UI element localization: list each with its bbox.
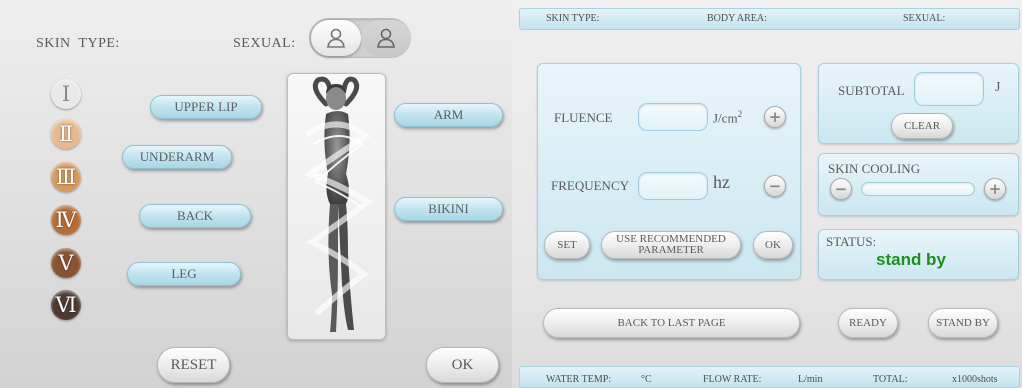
status-value: stand by bbox=[876, 250, 946, 269]
skin-type-4-button[interactable]: Ⅳ bbox=[51, 205, 81, 235]
fluence-unit-text: J/cm bbox=[713, 110, 738, 126]
set-button[interactable]: SET bbox=[544, 231, 590, 259]
female-silhouette-icon bbox=[327, 28, 345, 48]
skin-cooling-slider[interactable] bbox=[861, 182, 975, 196]
fluence-plus-button[interactable]: + bbox=[764, 106, 786, 128]
sexual-toggle bbox=[309, 18, 411, 58]
use-recommended-parameter-button[interactable]: USE RECOMMENDED PARAMETER bbox=[601, 231, 741, 259]
ready-button[interactable]: READY bbox=[838, 308, 898, 338]
frequency-unit: hz bbox=[713, 172, 730, 192]
subtotal-field[interactable] bbox=[914, 72, 984, 106]
upper-lip-button[interactable]: UPPER LIP bbox=[150, 95, 262, 119]
skin-type-6-button[interactable]: Ⅵ bbox=[51, 290, 81, 320]
back-button[interactable]: BACK bbox=[139, 204, 251, 228]
arm-button[interactable]: ARM bbox=[394, 103, 503, 127]
clear-button[interactable]: CLEAR bbox=[891, 113, 953, 139]
cooling-minus-button[interactable]: − bbox=[830, 178, 852, 200]
male-button[interactable] bbox=[361, 20, 411, 56]
skin-type-1-button[interactable]: Ⅰ bbox=[51, 79, 81, 109]
frequency-minus-button[interactable]: − bbox=[764, 175, 786, 197]
frequency-label: FREQUENCY bbox=[551, 178, 630, 193]
fluence-label: FLUENCE bbox=[554, 110, 613, 125]
header-skin-type-label: SKIN TYPE: bbox=[546, 13, 600, 24]
skin-type-label: SKIN TYPE: bbox=[36, 36, 120, 51]
body-figure-image bbox=[303, 76, 374, 332]
female-button[interactable] bbox=[311, 20, 361, 56]
status-label: STATUS: bbox=[826, 234, 877, 249]
stand-by-button[interactable]: STAND BY bbox=[928, 308, 998, 338]
skin-type-3-button[interactable]: Ⅲ bbox=[51, 162, 81, 192]
params-ok-button[interactable]: OK bbox=[753, 231, 793, 259]
total-label: TOTAL: bbox=[873, 374, 908, 385]
water-temp-label: WATER TEMP: bbox=[546, 374, 612, 385]
header-sexual-label: SEXUAL: bbox=[903, 13, 946, 24]
water-temp-unit: °C bbox=[641, 374, 652, 385]
fluence-unit-superscript: 2 bbox=[737, 109, 743, 119]
skin-cooling-label: SKIN COOLING bbox=[828, 161, 921, 176]
fluence-field[interactable] bbox=[638, 103, 708, 131]
subtotal-label: SUBTOTAL bbox=[838, 83, 905, 98]
fluence-unit: J/cm2 bbox=[713, 109, 742, 126]
leg-button[interactable]: LEG bbox=[127, 262, 241, 286]
header-info-bar: SKIN TYPE: BODY AREA: SEXUAL: bbox=[519, 8, 1020, 30]
total-unit: x1000shots bbox=[952, 374, 998, 385]
bikini-button[interactable]: BIKINI bbox=[394, 197, 503, 221]
frequency-field[interactable] bbox=[638, 172, 708, 200]
sexual-label: SEXUAL: bbox=[233, 36, 296, 51]
skin-type-2-button[interactable]: Ⅱ bbox=[51, 119, 81, 149]
left-panel: SKIN TYPE: SEXUAL: Ⅰ Ⅱ Ⅲ Ⅳ Ⅴ Ⅵ UPPER LIP… bbox=[0, 0, 512, 388]
subtotal-unit: J bbox=[995, 80, 1001, 95]
skin-type-5-button[interactable]: Ⅴ bbox=[51, 248, 81, 278]
footer-info-bar: WATER TEMP: °C FLOW RATE: L/min TOTAL: x… bbox=[519, 366, 1020, 388]
cooling-plus-button[interactable]: + bbox=[984, 178, 1006, 200]
body-figure-frame bbox=[287, 73, 386, 340]
back-to-last-page-button[interactable]: BACK TO LAST PAGE bbox=[543, 308, 800, 338]
flow-rate-label: FLOW RATE: bbox=[703, 374, 762, 385]
underarm-button[interactable]: UNDERARM bbox=[122, 145, 232, 169]
male-silhouette-icon bbox=[377, 28, 395, 48]
flow-rate-unit: L/min bbox=[798, 374, 823, 385]
ok-button[interactable]: OK bbox=[426, 347, 499, 383]
header-body-area-label: BODY AREA: bbox=[707, 13, 767, 24]
reset-button[interactable]: RESET bbox=[157, 347, 230, 383]
